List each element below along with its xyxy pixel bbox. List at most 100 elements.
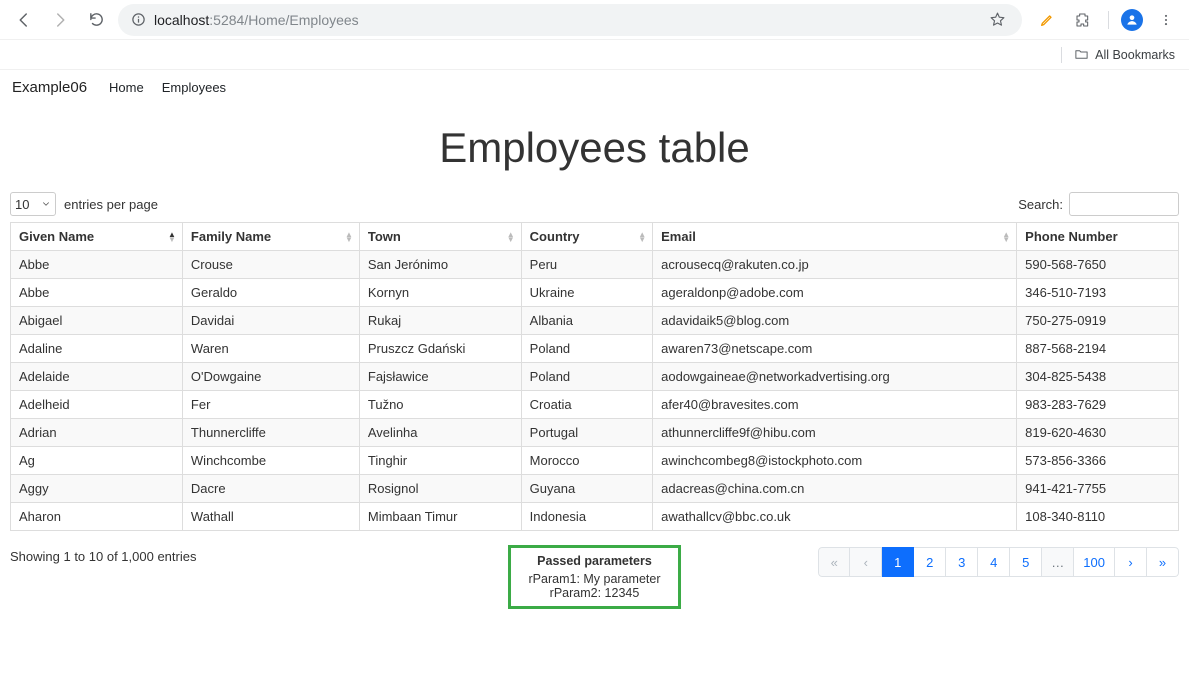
search-input[interactable] xyxy=(1069,192,1179,216)
cell-given: Adelheid xyxy=(11,391,183,419)
cell-phone: 941-421-7755 xyxy=(1017,475,1179,503)
folder-icon xyxy=(1074,47,1089,62)
cell-country: Poland xyxy=(521,335,652,363)
page-last[interactable]: » xyxy=(1147,547,1179,577)
cell-town: Avelinha xyxy=(359,419,521,447)
reload-button[interactable] xyxy=(82,6,110,34)
table-row: AbbeCrouseSan JerónimoPeruacrousecq@raku… xyxy=(11,251,1179,279)
sort-icon: ▲▼ xyxy=(168,232,176,242)
profile-avatar[interactable] xyxy=(1121,9,1143,31)
table-row: AggyDacreRosignolGuyanaadacreas@china.co… xyxy=(11,475,1179,503)
cell-email: athunnercliffe9f@hibu.com xyxy=(653,419,1017,447)
entries-select[interactable]: 10 xyxy=(10,192,56,216)
cell-town: Tužno xyxy=(359,391,521,419)
cell-family: Winchcombe xyxy=(182,447,359,475)
col-header-phone[interactable]: Phone Number xyxy=(1017,223,1179,251)
page-content: Employees table 10 entries per page Sear… xyxy=(0,124,1189,597)
nav-link-home[interactable]: Home xyxy=(109,80,144,95)
table-row: AgWinchcombeTinghirMoroccoawinchcombeg8@… xyxy=(11,447,1179,475)
cell-country: Peru xyxy=(521,251,652,279)
col-header-label: Country xyxy=(530,229,580,244)
cell-country: Guyana xyxy=(521,475,652,503)
cell-email: acrousecq@rakuten.co.jp xyxy=(653,251,1017,279)
cell-country: Ukraine xyxy=(521,279,652,307)
table-controls: 10 entries per page Search: xyxy=(10,192,1179,216)
col-header-town[interactable]: Town ▲▼ xyxy=(359,223,521,251)
col-header-label: Email xyxy=(661,229,696,244)
cell-family: O'Dowgaine xyxy=(182,363,359,391)
app-brand[interactable]: Example06 xyxy=(12,79,87,96)
params-line2: rParam2: 12345 xyxy=(529,586,661,600)
col-header-label: Given Name xyxy=(19,229,94,244)
cell-phone: 819-620-4630 xyxy=(1017,419,1179,447)
cell-email: awinchcombeg8@istockphoto.com xyxy=(653,447,1017,475)
page-next[interactable]: › xyxy=(1115,547,1147,577)
employees-table: Given Name ▲▼ Family Name ▲▼ Town ▲▼ Cou… xyxy=(10,222,1179,531)
cell-town: Pruszcz Gdański xyxy=(359,335,521,363)
table-row: AdrianThunnercliffeAvelinhaPortugalathun… xyxy=(11,419,1179,447)
star-icon[interactable] xyxy=(984,7,1010,33)
cell-given: Abbe xyxy=(11,279,183,307)
page-3[interactable]: 3 xyxy=(946,547,978,577)
cell-town: Tinghir xyxy=(359,447,521,475)
back-button[interactable] xyxy=(10,6,38,34)
forward-button[interactable] xyxy=(46,6,74,34)
params-title: Passed parameters xyxy=(529,554,661,568)
cell-email: aodowgaineae@networkadvertising.org xyxy=(653,363,1017,391)
params-line1: rParam1: My parameter xyxy=(529,572,661,586)
site-info-icon[interactable] xyxy=(130,12,146,28)
col-header-family-name[interactable]: Family Name ▲▼ xyxy=(182,223,359,251)
cell-email: adacreas@china.com.cn xyxy=(653,475,1017,503)
cell-country: Morocco xyxy=(521,447,652,475)
cell-given: Abbe xyxy=(11,251,183,279)
page-2[interactable]: 2 xyxy=(914,547,946,577)
all-bookmarks-link[interactable]: All Bookmarks xyxy=(1095,48,1175,62)
cell-family: Geraldo xyxy=(182,279,359,307)
page-5[interactable]: 5 xyxy=(1010,547,1042,577)
col-header-given-name[interactable]: Given Name ▲▼ xyxy=(11,223,183,251)
col-header-country[interactable]: Country ▲▼ xyxy=(521,223,652,251)
page-4[interactable]: 4 xyxy=(978,547,1010,577)
separator xyxy=(1061,47,1062,63)
cell-family: Thunnercliffe xyxy=(182,419,359,447)
cell-country: Portugal xyxy=(521,419,652,447)
pagination: «‹12345…100›» xyxy=(818,547,1179,577)
cell-country: Indonesia xyxy=(521,503,652,531)
sort-icon: ▲▼ xyxy=(507,232,515,242)
cell-email: awaren73@netscape.com xyxy=(653,335,1017,363)
page-100[interactable]: 100 xyxy=(1074,547,1115,577)
cell-phone: 887-568-2194 xyxy=(1017,335,1179,363)
cell-given: Adaline xyxy=(11,335,183,363)
entries-per-page: 10 entries per page xyxy=(10,192,158,216)
url-text: localhost:5284/Home/Employees xyxy=(154,12,976,28)
cell-given: Ag xyxy=(11,447,183,475)
kebab-menu-icon[interactable] xyxy=(1153,7,1179,33)
cell-email: adavidaik5@blog.com xyxy=(653,307,1017,335)
table-row: AdalineWarenPruszcz GdańskiPolandawaren7… xyxy=(11,335,1179,363)
table-row: AbbeGeraldoKornynUkraineageraldonp@adobe… xyxy=(11,279,1179,307)
cell-town: Kornyn xyxy=(359,279,521,307)
page-prev[interactable]: ‹ xyxy=(850,547,882,577)
cell-email: afer40@bravesites.com xyxy=(653,391,1017,419)
nav-link-employees[interactable]: Employees xyxy=(162,80,226,95)
address-bar[interactable]: localhost:5284/Home/Employees xyxy=(118,4,1022,36)
entries-value: 10 xyxy=(15,197,29,212)
cell-town: Rukaj xyxy=(359,307,521,335)
app-navbar: Example06 Home Employees xyxy=(0,70,1189,106)
table-footer: Showing 1 to 10 of 1,000 entries Passed … xyxy=(10,547,1179,577)
cell-phone: 983-283-7629 xyxy=(1017,391,1179,419)
page-1[interactable]: 1 xyxy=(882,547,914,577)
cell-town: Mimbaan Timur xyxy=(359,503,521,531)
pencil-icon[interactable] xyxy=(1034,7,1060,33)
cell-phone: 750-275-0919 xyxy=(1017,307,1179,335)
page-first[interactable]: « xyxy=(818,547,850,577)
cell-phone: 346-510-7193 xyxy=(1017,279,1179,307)
col-header-label: Phone Number xyxy=(1025,229,1117,244)
col-header-email[interactable]: Email ▲▼ xyxy=(653,223,1017,251)
extensions-icon[interactable] xyxy=(1070,7,1096,33)
cell-country: Poland xyxy=(521,363,652,391)
cell-family: Fer xyxy=(182,391,359,419)
cell-given: Aharon xyxy=(11,503,183,531)
sort-icon: ▲▼ xyxy=(638,232,646,242)
cell-phone: 108-340-8110 xyxy=(1017,503,1179,531)
